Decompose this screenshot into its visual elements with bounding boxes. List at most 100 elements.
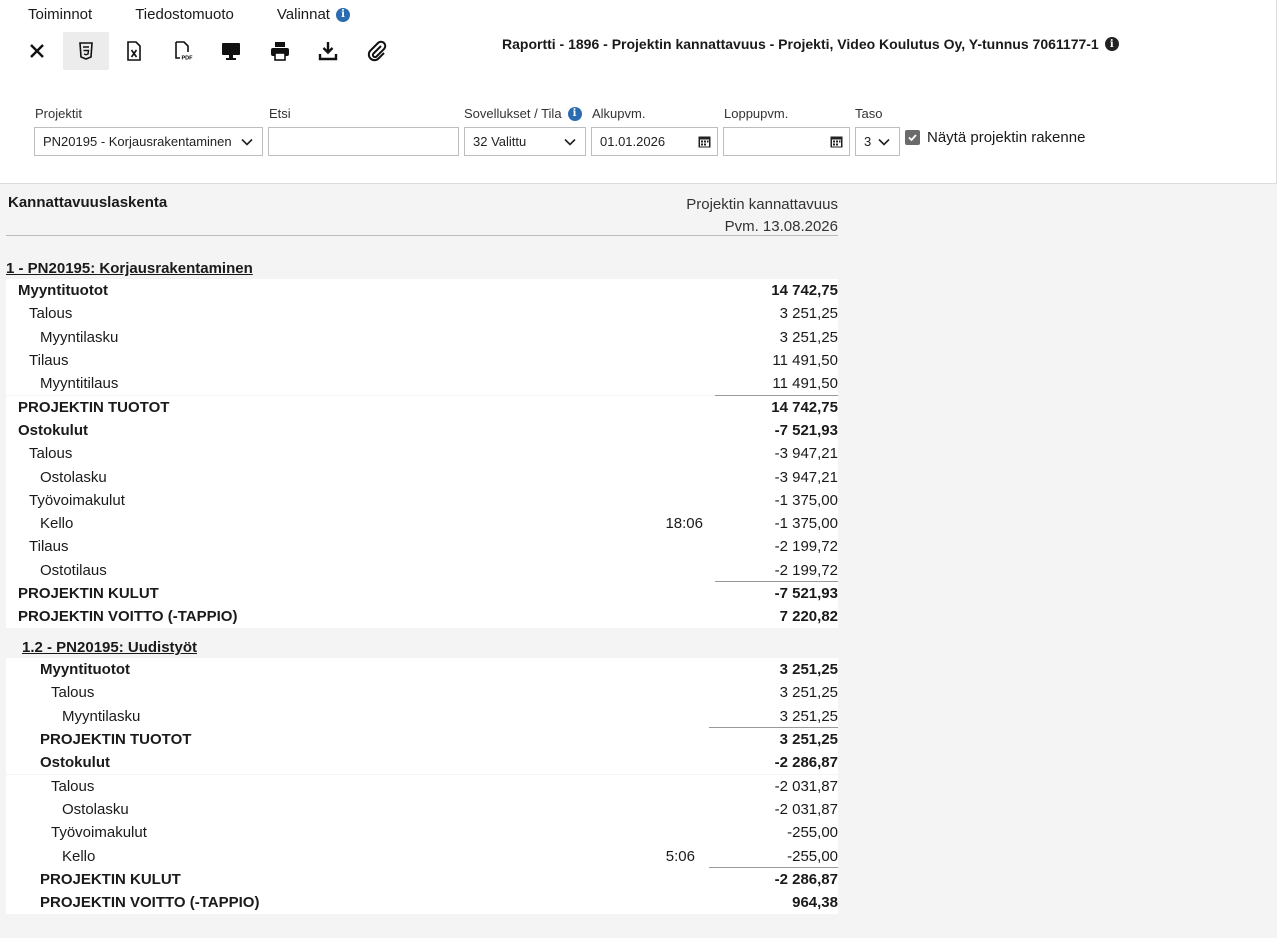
calendar-icon[interactable] [823, 128, 849, 155]
alkupvm-value: 01.01.2026 [600, 134, 666, 149]
sovellukset-value: 32 Valittu [473, 134, 527, 149]
pdf-export-button[interactable]: PDF [160, 32, 206, 70]
toolbar: PDF [14, 32, 402, 70]
section-title: 1 - PN20195: Korjausrakentaminen [6, 260, 253, 277]
row-label: Ostokulut [18, 421, 88, 439]
show-structure-label: Näytä projektin rakenne [927, 129, 1086, 146]
report-row: Myyntitilaus 11 491,50 [6, 372, 838, 396]
row-amount: -1 375,00 [774, 491, 838, 509]
row-amount: -2 031,87 [774, 777, 838, 795]
report-row: PROJEKTIN VOITTO (-TAPPIO) 964,38 [6, 891, 838, 915]
close-icon [30, 44, 44, 58]
show-structure-toggle[interactable]: Näytä projektin rakenne [905, 129, 1085, 146]
row-label: Työvoimakulut [29, 491, 125, 509]
loppupvm-label: Loppupvm. [724, 106, 789, 121]
taso-label: Taso [855, 106, 883, 121]
html-export-button[interactable] [62, 32, 109, 70]
row-label: PROJEKTIN TUOTOT [40, 731, 192, 749]
loppupvm-input[interactable] [723, 127, 850, 156]
close-button[interactable] [14, 32, 60, 70]
row-amount: -3 947,21 [774, 445, 838, 463]
attachment-button[interactable] [354, 32, 400, 70]
report-row: Työvoimakulut -255,00 [6, 821, 838, 845]
excel-export-button[interactable] [111, 32, 157, 70]
sovellukset-select[interactable]: 32 Valittu [464, 127, 586, 156]
report-row: Ostokulut -7 521,93 [6, 418, 838, 443]
report-row: Kello 5:06 -255,00 [6, 844, 838, 868]
row-label: Tilaus [29, 352, 69, 370]
search-input[interactable] [268, 127, 459, 156]
sum-line [709, 727, 838, 729]
row-label: PROJEKTIN TUOTOT [18, 398, 170, 416]
row-label: PROJEKTIN VOITTO (-TAPPIO) [18, 608, 238, 626]
print-button[interactable] [257, 32, 303, 70]
excel-icon [127, 41, 141, 61]
row-label: PROJEKTIN VOITTO (-TAPPIO) [40, 894, 260, 912]
chevron-down-icon [564, 138, 576, 146]
printer-icon [270, 42, 289, 61]
alkupvm-label: Alkupvm. [592, 106, 646, 121]
row-amount: 3 251,25 [779, 731, 838, 749]
row-amount: 964,38 [792, 894, 838, 912]
row-amount: 3 251,25 [779, 707, 838, 725]
report-row: PROJEKTIN TUOTOT 3 251,25 [6, 727, 838, 752]
report-row: Kello 18:06 -1 375,00 [6, 512, 838, 536]
divider [6, 235, 838, 236]
row-label: Ostotilaus [40, 561, 107, 579]
report-row: Myyntituotot 3 251,25 [6, 658, 838, 682]
row-amount: 3 251,25 [779, 684, 838, 702]
row-amount: 3 251,25 [779, 328, 838, 346]
alkupvm-input[interactable]: 01.01.2026 [591, 127, 718, 156]
report-row: Tilaus 11 491,50 [6, 348, 838, 373]
row-amount: 7 220,82 [779, 608, 838, 626]
menu-toiminnot[interactable]: Toiminnot [28, 5, 92, 25]
row-label: Myyntituotot [40, 661, 130, 679]
menu-valinnat[interactable]: Valinnat i [277, 5, 350, 25]
report-title-text: Raportti - 1896 - Projektin kannattavuus… [502, 36, 1099, 52]
row-amount: 3 251,25 [779, 305, 838, 323]
projektit-value: PN20195 - Korjausrakentaminen [43, 134, 232, 149]
section-title: 1.2 - PN20195: Uudistyöt [22, 639, 198, 656]
row-amount: 11 491,50 [772, 352, 838, 370]
report-row: Ostolasku -3 947,21 [6, 465, 838, 489]
download-button[interactable] [305, 32, 351, 70]
row-amount: -255,00 [787, 847, 838, 865]
report-row: Myyntilasku 3 251,25 [6, 704, 838, 728]
projektit-select[interactable]: PN20195 - Korjausrakentaminen [34, 127, 263, 156]
taso-select[interactable]: 3 [855, 127, 900, 156]
row-label: PROJEKTIN KULUT [18, 585, 159, 603]
menu-tiedostomuoto[interactable]: Tiedostomuoto [135, 5, 234, 25]
row-amount: 11 491,50 [772, 375, 838, 393]
monitor-icon [222, 43, 240, 60]
row-label: Talous [29, 445, 73, 463]
chevron-down-icon [241, 138, 253, 146]
report-row: Talous -2 031,87 [6, 774, 838, 798]
row-amount: 3 251,25 [779, 661, 838, 679]
checkbox[interactable] [905, 130, 920, 145]
info-icon[interactable]: i [335, 8, 350, 22]
taso-value: 3 [864, 134, 872, 149]
screen-view-button[interactable] [208, 32, 254, 70]
info-icon[interactable]: i [567, 106, 582, 121]
report-row: Talous 3 251,25 [6, 681, 838, 705]
row-label: Työvoimakulut [51, 824, 147, 842]
chevron-down-icon [878, 138, 890, 146]
sum-line [709, 867, 838, 869]
report-row: Tilaus -2 199,72 [6, 535, 838, 559]
info-icon[interactable]: i [1104, 37, 1119, 51]
row-time: 18:06 [665, 515, 703, 533]
calendar-icon[interactable] [691, 128, 717, 155]
report-title: Raportti - 1896 - Projektin kannattavuus… [502, 36, 1119, 52]
row-amount: -2 286,87 [774, 870, 838, 888]
report-row: PROJEKTIN KULUT -2 286,87 [6, 867, 838, 891]
row-label: Talous [29, 305, 73, 323]
menu-valinnat-label: Valinnat [276, 6, 330, 23]
row-label: Kello [62, 847, 96, 865]
top-panel: Toiminnot Tiedostomuoto Valinnat i PDF R… [0, 0, 1277, 184]
sovellukset-label-text: Sovellukset / Tila [464, 106, 562, 121]
row-amount: -7 521,93 [774, 421, 838, 439]
report-row: PROJEKTIN KULUT -7 521,93 [6, 581, 838, 606]
row-label: Ostolasku [40, 468, 107, 486]
row-label: Talous [51, 684, 95, 702]
sum-line [715, 395, 838, 396]
